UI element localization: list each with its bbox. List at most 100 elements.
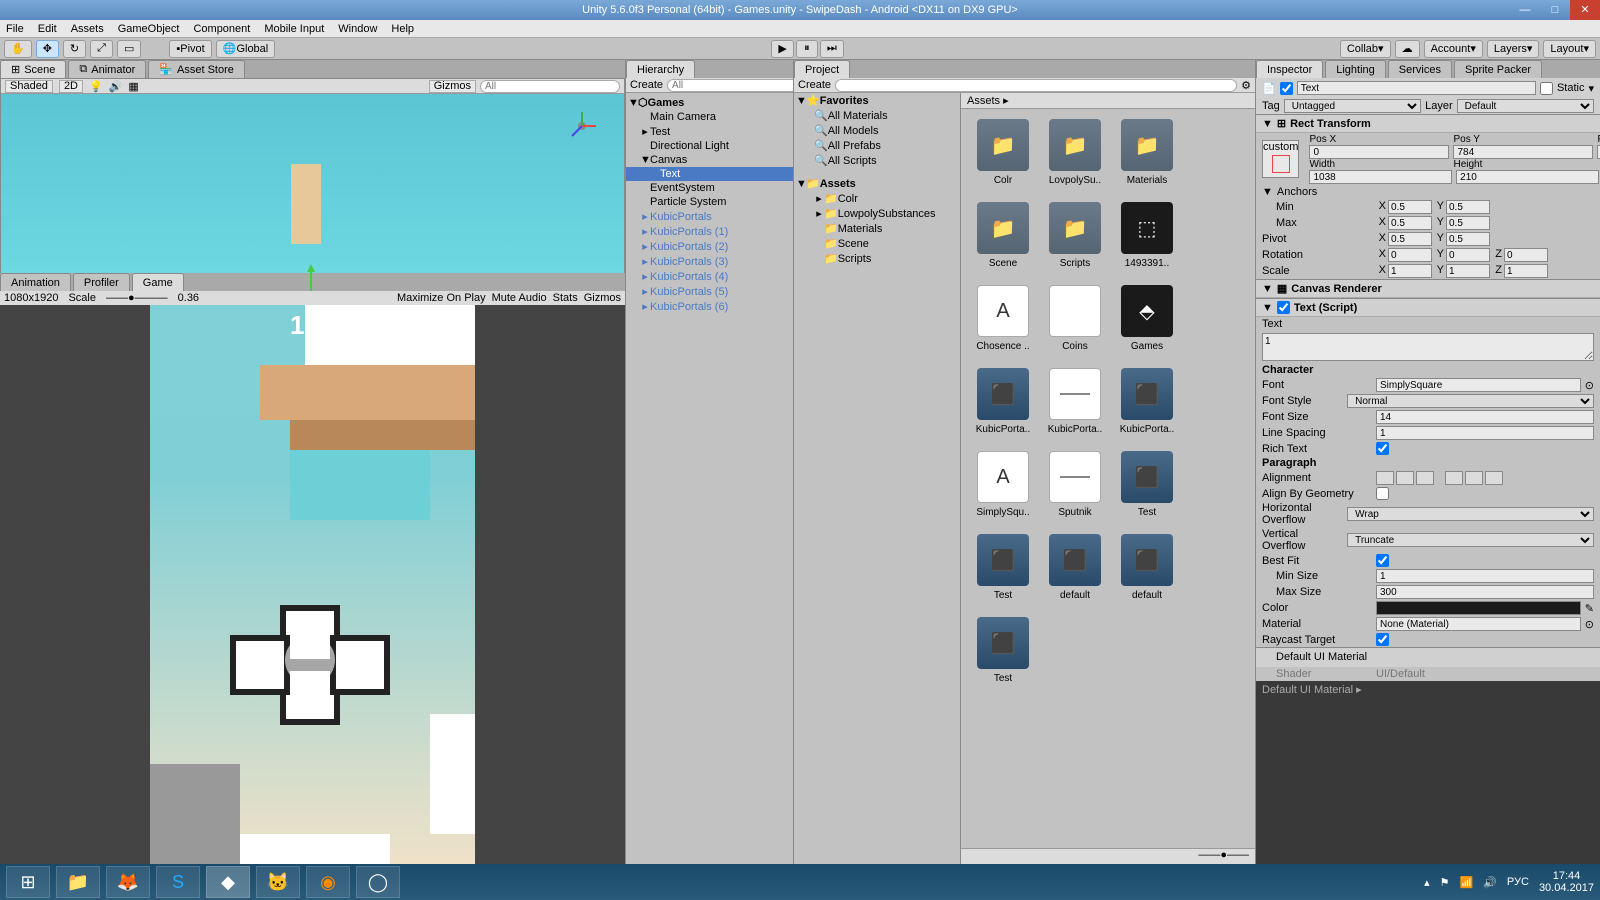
asset-item[interactable]: ⬘Games	[1115, 285, 1179, 352]
rich-text-checkbox[interactable]	[1376, 442, 1389, 455]
asset-item[interactable]: Sputnik	[1043, 451, 1107, 518]
rotate-tool[interactable]: ↻	[63, 40, 86, 58]
game-view[interactable]: 1	[0, 305, 625, 864]
anchor-min-x[interactable]	[1388, 200, 1432, 214]
cloud-button[interactable]: ☁	[1395, 40, 1420, 58]
minimize-button[interactable]: —	[1510, 0, 1540, 20]
hierarchy-item[interactable]: ▸KubicPortals (1)	[626, 224, 793, 239]
menu-file[interactable]: File	[6, 23, 24, 35]
text-script-header[interactable]: ▼Text (Script)	[1256, 298, 1600, 317]
scale-tool[interactable]: ⤢	[90, 40, 113, 58]
scene-fx-icon[interactable]: ▦	[128, 80, 138, 93]
scene-2d[interactable]: 2D	[59, 80, 83, 93]
blender-icon[interactable]: ◉	[306, 866, 350, 898]
maximize-button[interactable]: □	[1540, 0, 1570, 20]
folder-item[interactable]: 📁 Scripts	[794, 251, 960, 266]
layout-dropdown[interactable]: Layout ▾	[1543, 40, 1596, 58]
asset-item[interactable]: ⬛default	[1115, 534, 1179, 601]
material-field[interactable]	[1376, 617, 1581, 631]
tab-sprite-packer[interactable]: Sprite Packer	[1454, 60, 1542, 78]
hierarchy-item[interactable]: EventSystem	[626, 181, 793, 195]
grid-slider[interactable]: ——●——	[1198, 849, 1249, 864]
tab-animation[interactable]: Animation	[0, 273, 71, 291]
rect-transform-header[interactable]: ▼⊞Rect Transform	[1256, 114, 1600, 133]
hierarchy-item[interactable]: Main Camera	[626, 110, 793, 124]
pause-button[interactable]: ⏸	[796, 40, 818, 58]
asset-item[interactable]: Coins	[1043, 285, 1107, 352]
firefox-icon[interactable]: 🦊	[106, 866, 150, 898]
pivot-y[interactable]	[1446, 232, 1490, 246]
folder-item[interactable]: ▸📁 Colr	[794, 191, 960, 206]
breadcrumb[interactable]: Assets ▸	[961, 93, 1255, 109]
font-field[interactable]	[1376, 378, 1581, 392]
tray-volume-icon[interactable]: 🔊	[1483, 876, 1497, 889]
asset-item[interactable]: 📁LovpolySu..	[1043, 119, 1107, 186]
layers-dropdown[interactable]: Layers ▾	[1487, 40, 1540, 58]
mute-toggle[interactable]: Mute Audio	[492, 292, 547, 304]
asset-item[interactable]: ⬛KubicPorta..	[1115, 368, 1179, 435]
eyedropper-icon[interactable]: ✎	[1585, 602, 1594, 615]
menu-gameobject[interactable]: GameObject	[118, 23, 180, 35]
fav-item[interactable]: 🔍 All Models	[794, 123, 960, 138]
line-spacing-field[interactable]	[1376, 426, 1594, 440]
hand-tool[interactable]: ✋	[4, 40, 32, 58]
asset-item[interactable]: ⬛default	[1043, 534, 1107, 601]
tab-asset-store[interactable]: 🏪Asset Store	[148, 60, 245, 78]
filter-icon[interactable]: ⚙	[1241, 79, 1251, 92]
asset-item[interactable]: ⬛Test	[1115, 451, 1179, 518]
active-checkbox[interactable]	[1280, 82, 1293, 95]
hierarchy-item[interactable]: ▸KubicPortals (3)	[626, 254, 793, 269]
material-picker-icon[interactable]: ⊙	[1585, 618, 1594, 631]
text-enabled[interactable]	[1277, 301, 1290, 314]
scene-search[interactable]	[480, 80, 620, 93]
object-name-field[interactable]	[1297, 81, 1536, 95]
align-geom-checkbox[interactable]	[1376, 487, 1389, 500]
play-button[interactable]: ▶	[771, 40, 793, 58]
menu-mobileinput[interactable]: Mobile Input	[264, 23, 324, 35]
assets-node[interactable]: ▼📁 Assets	[794, 176, 960, 191]
tab-game[interactable]: Game	[132, 273, 184, 291]
posy-field[interactable]	[1453, 145, 1593, 159]
collab-dropdown[interactable]: Collab ▾	[1340, 40, 1391, 58]
fav-item[interactable]: 🔍 All Prefabs	[794, 138, 960, 153]
tray-clock[interactable]: 17:44 30.04.2017	[1539, 870, 1594, 894]
tab-inspector[interactable]: Inspector	[1256, 60, 1323, 78]
scene-shading[interactable]: Shaded	[5, 80, 53, 93]
anchor-min-y[interactable]	[1446, 200, 1490, 214]
rect-tool[interactable]: ▭	[117, 40, 141, 58]
menu-edit[interactable]: Edit	[38, 23, 57, 35]
start-button[interactable]: ⊞	[6, 866, 50, 898]
min-size-field[interactable]	[1376, 569, 1594, 583]
alignment-buttons[interactable]	[1376, 471, 1434, 485]
hierarchy-item[interactable]: ▼Canvas	[626, 153, 793, 167]
static-checkbox[interactable]	[1540, 82, 1553, 95]
menu-window[interactable]: Window	[338, 23, 377, 35]
hierarchy-item[interactable]: Particle System	[626, 195, 793, 209]
hierarchy-item[interactable]: ▸KubicPortals (5)	[626, 284, 793, 299]
menu-assets[interactable]: Assets	[71, 23, 104, 35]
tab-animator[interactable]: ⧉Animator	[68, 60, 146, 78]
pivot-toggle[interactable]: ▪ Pivot	[169, 40, 211, 58]
tab-lighting[interactable]: Lighting	[1325, 60, 1386, 78]
scl-y[interactable]	[1446, 264, 1490, 278]
tray-network-icon[interactable]: 📶	[1460, 876, 1474, 889]
hierarchy-search[interactable]	[667, 79, 809, 92]
tray-lang[interactable]: РУС	[1507, 876, 1529, 888]
tab-scene[interactable]: ⊞Scene	[0, 60, 66, 78]
tray-expand-icon[interactable]: ▴	[1424, 876, 1430, 889]
scene-light-icon[interactable]: 💡	[89, 80, 103, 93]
raycast-checkbox[interactable]	[1376, 633, 1389, 646]
menu-help[interactable]: Help	[391, 23, 414, 35]
font-picker-icon[interactable]: ⊙	[1585, 379, 1594, 392]
tab-services[interactable]: Services	[1388, 60, 1452, 78]
favorites-node[interactable]: ▼⭐ Favorites	[794, 93, 960, 108]
folder-item[interactable]: 📁 Materials	[794, 221, 960, 236]
asset-item[interactable]: 📁Colr	[971, 119, 1035, 186]
hierarchy-item[interactable]: ▸KubicPortals (2)	[626, 239, 793, 254]
asset-item[interactable]: AChosence ..	[971, 285, 1035, 352]
folder-item[interactable]: ▸📁 LowpolySubstances	[794, 206, 960, 221]
orientation-gizmo[interactable]	[562, 106, 602, 146]
scene-audio-icon[interactable]: 🔊	[109, 80, 123, 93]
project-search[interactable]	[835, 79, 1237, 92]
maximize-toggle[interactable]: Maximize On Play	[397, 292, 486, 304]
